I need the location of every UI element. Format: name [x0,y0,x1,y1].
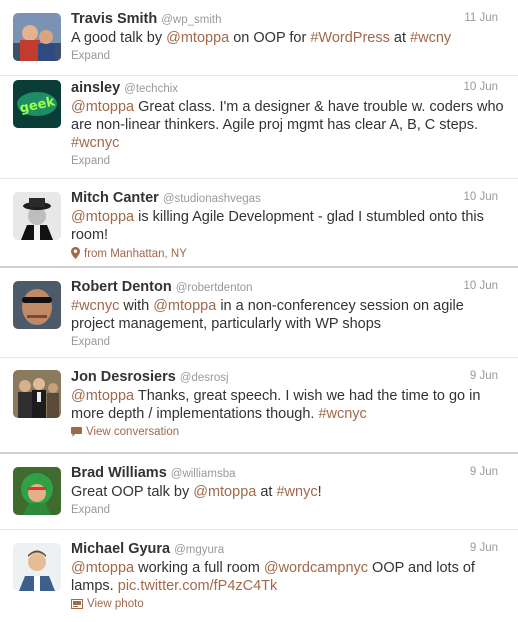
text-segment: Great class. I'm a designer & have troub… [71,99,504,133]
tweet-text: #wcnyc with @mtoppa in a non-conferencey… [71,297,508,333]
tweet[interactable]: Jon Desrosiers @desrosj 9 Jun @mtoppa Tha… [0,358,518,454]
avatar[interactable] [13,13,61,61]
tweet-date[interactable]: 9 Jun [470,542,498,554]
mention-link[interactable]: @mtoppa [153,298,216,314]
tweet-date[interactable]: 10 Jun [463,280,498,292]
view-conversation-link[interactable]: View conversation [71,426,508,440]
tweet[interactable]: Brad Williams @williamsba 9 Jun Great OOP… [0,454,518,530]
expand-link[interactable]: Expand [71,336,508,348]
text-segment: at [256,484,277,500]
avatar[interactable] [13,281,61,329]
tweet-feed: Travis Smith @wp_smith 11 Jun A good talk… [0,0,518,620]
avatar[interactable] [13,467,61,515]
mention-link[interactable]: @mtoppa [71,99,134,115]
url-link[interactable]: pic.twitter.com/fP4zC4Tk [118,578,278,594]
user-handle: @desrosj [179,372,229,384]
hashtag-link[interactable]: #wcnyc [318,406,366,422]
user-name[interactable]: ainsley [71,80,120,96]
text-segment: with [119,298,154,314]
avatar[interactable] [13,543,61,591]
tweet-date[interactable]: 11 Jun [464,12,498,24]
user-name[interactable]: Michael Gyura [71,541,170,557]
tweet-date[interactable]: 10 Jun [463,81,498,93]
mention-link[interactable]: @wordcampnyc [264,560,368,576]
photo-icon [71,599,83,612]
mention-link[interactable]: @mtoppa [193,484,256,500]
user-handle: @wp_smith [161,14,222,26]
location-label: from Manhattan, NY [84,248,187,260]
tweet[interactable]: Michael Gyura @mgyura 9 Jun @mtoppa worki… [0,530,518,620]
expand-link[interactable]: Expand [71,155,508,167]
text-segment: ! [317,484,322,500]
user-name[interactable]: Mitch Canter [71,190,159,206]
tweet-date[interactable]: 9 Jun [470,466,498,478]
expand-link[interactable]: Expand [71,50,508,62]
user-handle: @studionashvegas [162,193,261,205]
expand-link[interactable]: Expand [71,504,508,516]
text-segment: A good talk by [71,30,167,46]
text-segment: on OOP for [229,30,311,46]
hashtag-link[interactable]: #wcnyc [71,298,119,314]
view-photo-label: View photo [87,598,144,610]
tweet[interactable]: Mitch Canter @studionashvegas 10 Jun @mto… [0,179,518,268]
tweet-date[interactable]: 10 Jun [463,191,498,203]
hashtag-link[interactable]: #wnyc [276,484,317,500]
tweet[interactable]: geek ainsley @techchix 10 Jun @mtoppa Gre… [0,76,518,179]
tweet[interactable]: Robert Denton @robertdenton 10 Jun #wcnyc… [0,268,518,358]
view-conversation-label: View conversation [86,426,180,438]
tweet-text: @mtoppa is killing Agile Development - g… [71,208,508,244]
user-handle: @techchix [124,83,179,95]
location-pin-icon [71,247,80,262]
mention-link[interactable]: @mtoppa [71,209,134,225]
text-segment: at [389,30,411,46]
tweet[interactable]: Travis Smith @wp_smith 11 Jun A good talk… [0,0,518,76]
hashtag-link[interactable]: #wcny [410,30,451,46]
location-link[interactable]: from Manhattan, NY [71,247,508,262]
user-name[interactable]: Robert Denton [71,279,172,295]
user-name[interactable]: Travis Smith [71,11,157,27]
tweet-date[interactable]: 9 Jun [470,370,498,382]
avatar[interactable] [13,192,61,240]
user-handle: @williamsba [170,468,236,480]
mention-link[interactable]: @mtoppa [166,30,229,46]
tweet-text: @mtoppa working a full room @wordcampnyc… [71,559,508,595]
conversation-icon [71,427,82,440]
hashtag-link[interactable]: #WordPress [310,30,390,46]
tweet-text: @mtoppa Great class. I'm a designer & ha… [71,98,508,152]
mention-link[interactable]: @mtoppa [71,560,134,576]
text-segment: working a full room [134,560,264,576]
tweet-text: A good talk by @mtoppa on OOP for #WordP… [71,29,508,47]
tweet-text: Great OOP talk by @mtoppa at #wnyc! [71,483,508,501]
user-handle: @robertdenton [175,282,253,294]
user-name[interactable]: Jon Desrosiers [71,369,176,385]
tweet-text: @mtoppa Thanks, great speech. I wish we … [71,387,508,423]
hashtag-link[interactable]: #wcnyc [71,135,119,151]
mention-link[interactable]: @mtoppa [71,388,134,404]
user-name[interactable]: Brad Williams [71,465,167,481]
view-photo-link[interactable]: View photo [71,598,508,612]
avatar[interactable] [13,370,61,418]
user-handle: @mgyura [174,544,225,556]
text-segment: Great OOP talk by [71,484,194,500]
avatar[interactable]: geek [13,80,61,128]
